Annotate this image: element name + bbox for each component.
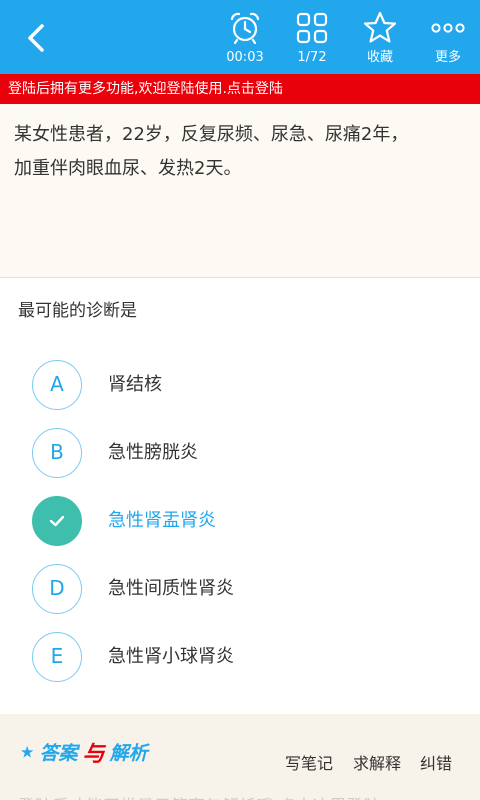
favorite-label: 收藏 — [366, 50, 393, 65]
ask-explanation-button[interactable]: 求解释 — [353, 750, 401, 774]
option-d-letter: D — [32, 564, 82, 614]
more-label: 更多 — [434, 50, 461, 65]
timer-label: 00:03 — [226, 50, 264, 65]
top-bar: 00:03 1/72 收藏 更多 — [0, 0, 480, 74]
timer-button[interactable]: 00:03 — [213, 6, 277, 70]
answer-panel: ★ 答案 与 解析 写笔记 求解释 纠错 登陆后才能正常显示答案与解析哦,点击这… — [0, 714, 480, 800]
option-d[interactable]: D 急性间质性肾炎 — [32, 564, 452, 616]
checkmark-icon — [49, 515, 65, 527]
option-b-text: 急性膀胱炎 — [108, 442, 198, 463]
back-arrow-icon — [28, 24, 44, 52]
option-a[interactable]: A 肾结核 — [32, 360, 452, 412]
option-b-letter: B — [32, 428, 82, 478]
option-c-selected-circle — [32, 496, 82, 546]
option-c-text: 急性肾盂肾炎 — [108, 510, 216, 531]
answer-title-c: 解析 — [109, 742, 148, 765]
report-error-button[interactable]: 纠错 — [420, 750, 452, 774]
favorite-button[interactable]: 收藏 — [348, 6, 412, 70]
progress-button[interactable]: 1/72 — [280, 6, 344, 70]
login-banner[interactable]: 登陆后拥有更多功能,欢迎登陆使用.点击登陆 — [0, 74, 480, 104]
option-e-letter: E — [32, 632, 82, 682]
question-prompt: 最可能的诊断是 — [18, 301, 137, 321]
question-stem-panel: 某女性患者，22岁，反复尿频、尿急、尿痛2年，加重伴肉眼血尿、发热2天。 — [0, 104, 480, 278]
more-dots-icon — [431, 23, 465, 33]
answer-analysis-title: ★ 答案 与 解析 — [20, 736, 148, 767]
option-b[interactable]: B 急性膀胱炎 — [32, 428, 452, 480]
answer-title-b: 与 — [82, 742, 105, 767]
progress-label: 1/72 — [297, 50, 327, 65]
answer-star-icon: ★ — [20, 742, 35, 762]
question-stem: 某女性患者，22岁，反复尿频、尿急、尿痛2年，加重伴肉眼血尿、发热2天。 — [14, 124, 409, 179]
back-button[interactable] — [18, 20, 54, 56]
star-icon — [363, 11, 397, 43]
option-a-text: 肾结核 — [108, 374, 162, 395]
more-button[interactable]: 更多 — [416, 6, 480, 70]
option-e-text: 急性肾小球肾炎 — [108, 646, 234, 667]
login-hint[interactable]: 登陆后才能正常显示答案与解析哦,点击这里登陆 — [18, 792, 380, 800]
option-d-text: 急性间质性肾炎 — [108, 578, 234, 599]
answer-title-a: 答案 — [39, 742, 78, 765]
option-a-letter: A — [32, 360, 82, 410]
option-e[interactable]: E 急性肾小球肾炎 — [32, 632, 452, 684]
grid-icon — [296, 12, 328, 44]
write-note-button[interactable]: 写笔记 — [285, 750, 333, 774]
option-c[interactable]: 急性肾盂肾炎 — [32, 496, 452, 548]
alarm-clock-icon — [230, 12, 260, 45]
